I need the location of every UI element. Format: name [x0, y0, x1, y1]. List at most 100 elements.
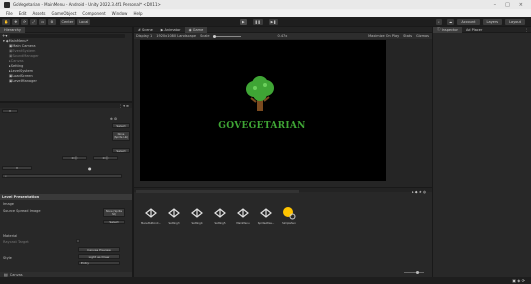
local-toggle[interactable]: Local	[77, 18, 91, 25]
hand-tool-button[interactable]: ✋	[2, 18, 11, 25]
scale-slider[interactable]	[213, 34, 242, 38]
stats-toggle[interactable]: Stats	[403, 34, 412, 38]
hierarchy-item-label: Main Camera	[12, 43, 36, 48]
source-image-field[interactable]: None (Sprite Sil)	[103, 208, 125, 217]
asset-item[interactable]: MainMenu	[233, 206, 253, 225]
menu-bar: File Edit Assets GameObject Component Wi…	[0, 9, 531, 17]
project-toolbar-icons[interactable]: ▸ ◆ ★ ◍	[412, 190, 426, 194]
hierarchy-list: ▾ ◈ MainMenu* ▣ Main Camera ▣ EventSyste…	[0, 38, 132, 83]
add-icon[interactable]: +▾	[2, 33, 7, 38]
asset-label: MainMenu	[236, 222, 250, 225]
move-tool-button[interactable]: ✥	[12, 18, 20, 25]
display-dropdown[interactable]: Display 1	[136, 34, 152, 38]
menu-edit[interactable]: Edit	[19, 11, 27, 16]
menu-component[interactable]: Component	[82, 11, 105, 16]
value-field[interactable]: 0 ⦿	[93, 156, 118, 160]
tab-hierarchy[interactable]: Hierarchy	[0, 26, 25, 33]
select-button[interactable]: Select	[103, 220, 125, 224]
minimize-button[interactable]: –	[494, 2, 497, 8]
status-icons[interactable]: ▣ ◈ ⟳	[512, 278, 525, 283]
layers-dropdown[interactable]: Layers	[482, 18, 503, 25]
tab-game[interactable]: ◉ Game	[184, 26, 208, 33]
account-dropdown[interactable]: Account	[457, 18, 480, 25]
tab-scene-label: Scene	[142, 27, 153, 32]
asset-item[interactable]: Setting3	[164, 206, 184, 225]
window-controls: – □ ×	[494, 2, 531, 8]
menu-window[interactable]: Window	[112, 11, 128, 16]
hierarchy-search-input[interactable]	[10, 33, 126, 38]
close-button[interactable]: ×	[519, 2, 523, 8]
raycast-label: Raycast Target	[3, 240, 29, 244]
unity-prefab-icon	[214, 208, 226, 218]
canvas-bar-label: Canvas	[9, 272, 23, 277]
status-bar: ▣ ◈ ⟳	[0, 277, 531, 284]
cloud-icon[interactable]: ☁	[446, 18, 455, 25]
asset-item[interactable]: Setting4	[187, 206, 207, 225]
hierarchy-item-label: LoadScreen	[12, 73, 33, 78]
source-image-label: Source Spread Image	[3, 209, 41, 213]
tab-ad-placer[interactable]: Ad Placer	[462, 27, 486, 33]
select-button[interactable]: Select	[112, 148, 130, 153]
icon-size-slider-handle[interactable]	[416, 271, 419, 274]
asset-item[interactable]: SpriteAtlas...	[256, 206, 276, 225]
scale-tool-button[interactable]: ⤢	[30, 18, 38, 25]
project-panel: ▸ ◆ ★ ◍ MenuButtonC... Setting3 Setting4…	[134, 188, 432, 284]
play-controls: ▶ ❚❚ ▶❚	[238, 18, 279, 25]
search-icon[interactable]: ⌕	[435, 18, 442, 25]
tab-inspector[interactable]: ⓘ Inspector	[433, 26, 462, 33]
settings-icons[interactable]: ⊕ ⚙	[110, 117, 117, 121]
hierarchy-item-label: MainMenu*	[8, 38, 29, 43]
custom-tool-button[interactable]: ⚙	[48, 18, 56, 25]
tab-scene[interactable]: # Scene	[134, 27, 157, 33]
image-label: Image	[3, 202, 14, 206]
hierarchy-item-label: LevelSystem	[10, 68, 34, 73]
tab-animator[interactable]: ▶ Animator	[157, 27, 185, 33]
maximize-button[interactable]: □	[505, 2, 510, 8]
layout-dropdown[interactable]: Layout	[505, 18, 525, 25]
rect-tool-button[interactable]: ▭	[39, 18, 47, 25]
icon-size-slider[interactable]	[404, 271, 424, 274]
asset-label: Setting4	[191, 222, 203, 225]
menu-assets[interactable]: Assets	[32, 11, 45, 16]
draw-mode-dropdown[interactable]: Light as Draw	[78, 254, 120, 259]
unity-app-icon	[4, 1, 10, 8]
scale-slider-handle[interactable]	[213, 34, 217, 38]
title-bar: GoVegetarian - MainMenu - Android - Unit…	[0, 0, 531, 9]
lock-icon[interactable]: ⋮ ▾ ≡	[119, 104, 129, 108]
center-toggle[interactable]: Center	[59, 18, 76, 25]
menu-file[interactable]: File	[6, 11, 13, 16]
dropdown-field[interactable]: ▾	[2, 109, 18, 113]
toolbar-right-group: ⌕ ☁ Account Layers Layout	[434, 18, 531, 25]
value-field[interactable]: 0 ⦿	[62, 156, 87, 160]
game-canvas[interactable]: GOVEGETARIAN	[140, 40, 386, 181]
search-field[interactable]: ⌕	[2, 174, 122, 178]
hierarchy-row[interactable]: ▣ LevelManager	[0, 78, 132, 83]
entry-dropdown[interactable]: Entry	[78, 261, 120, 265]
asset-item[interactable]: Setting5	[210, 206, 230, 225]
dropdown-field[interactable]: ▾	[2, 166, 32, 170]
hierarchy-search-row: +▾	[0, 33, 132, 38]
play-button[interactable]: ▶	[240, 18, 247, 25]
menu-gameobject[interactable]: GameObject	[51, 11, 76, 16]
window-title: GoVegetarian - MainMenu - Android - Unit…	[13, 2, 161, 7]
hierarchy-panel: Hierarchy +▾ ▾ ◈ MainMenu* ▣ Main Camera…	[0, 26, 132, 101]
rotate-tool-button[interactable]: ⟳	[21, 18, 29, 25]
inspector-menu-icon[interactable]: ⋮	[525, 28, 531, 32]
menu-help[interactable]: Help	[133, 11, 142, 16]
step-button[interactable]: ▶❚	[268, 18, 279, 25]
unity-prefab-icon	[260, 208, 272, 218]
pause-button[interactable]: ❚❚	[252, 18, 263, 25]
asset-item[interactable]: SimpleSun	[279, 206, 299, 225]
select-button[interactable]: Select	[112, 123, 130, 128]
gizmos-toggle[interactable]: Gizmos	[416, 34, 432, 38]
asset-item[interactable]: MenuButtonC...	[141, 206, 161, 225]
resolution-dropdown[interactable]: 1920x1080 Landscape	[156, 34, 196, 38]
maximize-on-play-toggle[interactable]: Maximize On Play	[368, 34, 399, 38]
canvas-preview-dropdown[interactable]: Canvas Preview	[78, 247, 120, 252]
tab-game-label: Game	[192, 27, 204, 32]
sprite-field[interactable]: None (Sprite Lib)	[112, 131, 130, 141]
material-label: Material	[3, 234, 18, 238]
inspector-panel: ⓘ Inspector Ad Placer ⋮	[433, 26, 531, 277]
section-header-level-presentation[interactable]: Level Presentation	[0, 194, 132, 200]
raycast-checkbox[interactable]	[76, 239, 80, 243]
